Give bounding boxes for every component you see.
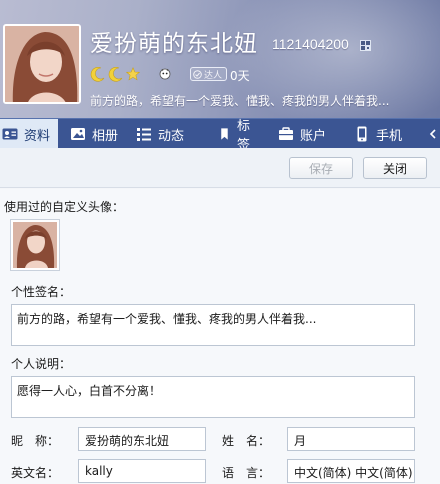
tab-album[interactable]: 相册 (58, 119, 120, 149)
tab-scroll-left-button[interactable] (426, 119, 440, 149)
profile-header: 爱扮萌的东北妞 1121404200 达人 0天 前方的路，希望有一个爱我、懂我… (0, 0, 440, 118)
expert-badge-label: 达人 (204, 70, 223, 81)
avatar-thumbnail-portrait (13, 222, 57, 268)
action-bar: 保存 关闭 (0, 148, 440, 188)
signature-label: 个性签名： (11, 285, 72, 299)
chevron-left-icon (429, 129, 436, 139)
star-icon (126, 67, 140, 81)
avatar-history-label: 使用过的自定义头像： (4, 200, 125, 214)
avatar-history-thumbnail[interactable] (11, 220, 59, 270)
tab-label: 账户 (300, 128, 327, 144)
bookmark-icon (221, 128, 228, 140)
photo-icon (71, 128, 85, 140)
moon-icon (90, 67, 105, 82)
expert-badge[interactable]: 达人 (190, 67, 228, 81)
tab-label: 动态 (158, 128, 185, 144)
level-row: 达人 0天 (90, 66, 290, 84)
close-button[interactable]: 关闭 (363, 157, 427, 179)
english-name-field[interactable]: kally (78, 459, 206, 483)
tab-feed[interactable]: 动态 (120, 119, 192, 149)
expert-icon (193, 69, 202, 79)
description-textbox[interactable]: 愿得一人心，白首不分离！ (11, 376, 415, 418)
pet-icon[interactable] (158, 66, 172, 80)
nickname-field[interactable]: 爱扮萌的东北妞 (78, 427, 206, 451)
english-name-label: 英文名： (11, 466, 60, 480)
avatar-portrait (5, 26, 79, 102)
tab-tags[interactable]: 标签 (192, 119, 258, 153)
wallet-icon (279, 127, 293, 140)
nickname-label: 昵 称： (11, 434, 60, 448)
tab-label: 手机 (376, 128, 403, 144)
language-label: 语 言： (222, 466, 271, 480)
surname-field[interactable]: 月 (287, 427, 415, 451)
language-field[interactable]: 中文(简体) 中文(简体) (287, 459, 415, 483)
feed-icon (137, 128, 151, 141)
active-days: 0天 (230, 69, 250, 83)
description-label: 个人说明： (11, 357, 72, 371)
profile-details: 使用过的自定义头像： 个性签名： 前方的路，希望有一个爱我、懂我、疼我的男人伴着… (0, 189, 440, 484)
tab-phone[interactable]: 手机 (328, 119, 412, 149)
tab-bar: 资料 相册 动态 标签 账户 手机 (0, 118, 440, 153)
phone-icon (357, 126, 367, 142)
id-card-icon (2, 128, 18, 140)
tab-profile[interactable]: 资料 (0, 119, 58, 149)
nickname-title: 爱扮萌的东北妞 (90, 31, 258, 57)
save-button[interactable]: 保存 (289, 157, 353, 179)
moon-icon (108, 67, 123, 82)
signature-textbox[interactable]: 前方的路，希望有一个爱我、懂我、疼我的男人伴着我... (11, 304, 415, 346)
surname-label: 姓 名： (222, 434, 271, 448)
avatar[interactable] (3, 24, 81, 104)
tab-label: 相册 (92, 128, 119, 144)
qq-number: 1121404200 (272, 36, 349, 52)
header-signature: 前方的路，希望有一个爱我、懂我、疼我的男人伴着我... (90, 94, 390, 108)
tab-account[interactable]: 账户 (258, 119, 328, 149)
qr-code-icon[interactable] (360, 40, 371, 51)
tab-label: 资料 (24, 128, 51, 144)
